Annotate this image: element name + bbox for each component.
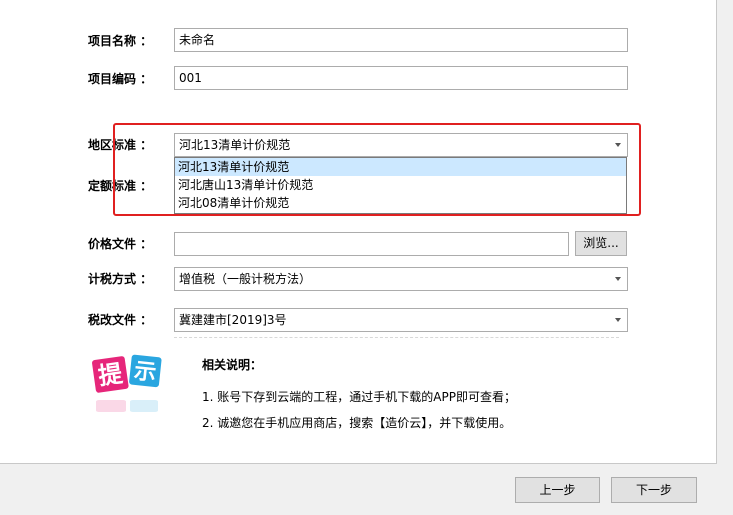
tax-reform-label: 税改文件 ：: [88, 313, 153, 327]
tax-method-value: 增值税（一般计税方法）: [179, 272, 312, 286]
quota-standard-label: 定额标准 ：: [88, 179, 153, 193]
divider: [174, 337, 619, 338]
wizard-panel: 项目名称 ： 未命名 项目编码 ： 001 地区标准 ： 河北13清单计价规范 …: [0, 0, 717, 464]
dropdown-option[interactable]: 河北13清单计价规范: [175, 158, 626, 176]
region-standard-label: 地区标准 ：: [88, 138, 153, 152]
tax-reform-value: 冀建建市[2019]3号: [179, 313, 287, 327]
prev-button[interactable]: 上一步: [515, 477, 600, 503]
tax-method-select[interactable]: 增值税（一般计税方法）: [174, 267, 628, 291]
browse-button[interactable]: 浏览...: [575, 231, 627, 256]
dropdown-option[interactable]: 河北唐山13清单计价规范: [175, 176, 626, 194]
project-name-label: 项目名称 ：: [88, 34, 153, 48]
region-standard-select[interactable]: 河北13清单计价规范: [174, 133, 628, 157]
project-name-value: 未命名: [179, 33, 216, 47]
price-file-input[interactable]: [174, 232, 569, 256]
svg-text:提: 提: [97, 359, 126, 390]
tax-method-label: 计税方式 ：: [88, 272, 153, 286]
note-item: 2. 诚邀您在手机应用商店，搜索【造价云】，并下载使用。: [202, 416, 512, 430]
svg-text:示: 示: [133, 359, 158, 386]
project-code-input[interactable]: 001: [174, 66, 628, 90]
notes-title: 相关说明：: [202, 358, 263, 372]
chevron-down-icon: [615, 318, 621, 322]
project-code-label: 项目编码 ：: [88, 72, 153, 86]
project-name-input[interactable]: 未命名: [174, 28, 628, 52]
next-button[interactable]: 下一步: [611, 477, 697, 503]
chevron-down-icon: [615, 277, 621, 281]
chevron-down-icon: [615, 143, 621, 147]
tip-icon: 提 示: [92, 354, 162, 412]
dropdown-option[interactable]: 河北08清单计价规范: [175, 194, 626, 212]
note-item: 1. 账号下存到云端的工程，通过手机下载的APP即可查看；: [202, 390, 516, 404]
region-standard-dropdown: 河北13清单计价规范 河北唐山13清单计价规范 河北08清单计价规范: [174, 157, 627, 214]
region-standard-value: 河北13清单计价规范: [179, 138, 291, 152]
project-code-value: 001: [179, 71, 202, 85]
tax-reform-select[interactable]: 冀建建市[2019]3号: [174, 308, 628, 332]
price-file-label: 价格文件 ：: [88, 237, 153, 251]
